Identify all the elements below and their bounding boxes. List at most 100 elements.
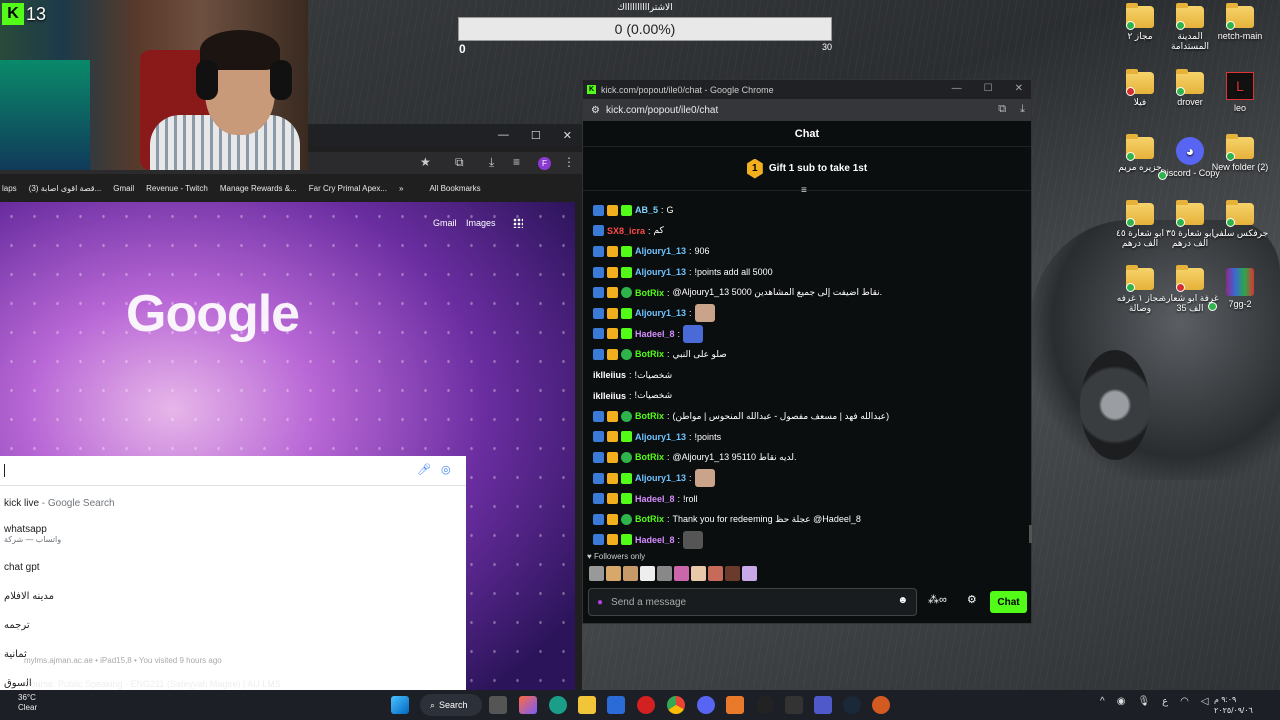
media-icon[interactable]: ≡ xyxy=(513,155,520,169)
weather-widget[interactable]: 36°C Clear xyxy=(18,693,37,713)
chat-username[interactable]: iklleiius xyxy=(593,370,626,380)
bookmark-star-icon[interactable]: ★ xyxy=(420,155,431,169)
chat-message[interactable]: Aljoury1_13: xyxy=(593,303,1023,324)
points-icon[interactable]: ⁂∞ xyxy=(928,593,947,606)
bookmark-item[interactable]: » xyxy=(399,184,403,193)
message-input[interactable]: ● Send a message ☻ xyxy=(588,588,917,616)
maximize-button[interactable]: ☐ xyxy=(531,129,541,142)
start-button-icon[interactable] xyxy=(391,696,409,714)
chat-username[interactable]: BotRix xyxy=(635,514,664,524)
chat-message[interactable]: Aljoury1_13:906 xyxy=(593,241,1023,262)
chevron-up-icon[interactable]: ^ xyxy=(1100,696,1105,707)
chatter-avatar[interactable] xyxy=(691,566,706,581)
apps-grid-icon[interactable] xyxy=(513,218,523,228)
suggestion-item[interactable]: chat gpt xyxy=(4,562,40,573)
bookmark-item[interactable]: (3) قصة اقوى اصابة... xyxy=(29,184,102,193)
chat-message[interactable]: BotRix: Thank you for redeeming عجلة حظ @… xyxy=(593,509,1023,530)
bookmark-item[interactable]: Gmail xyxy=(113,184,134,193)
volume-icon[interactable]: ◁ xyxy=(1201,696,1209,707)
chat-username[interactable]: Hadeel_8 xyxy=(635,535,675,545)
menu-icon[interactable]: ⋮ xyxy=(563,155,575,169)
emoji-icon[interactable]: ☻ xyxy=(897,595,908,606)
desktop-icon[interactable]: جرفكس سلفي xyxy=(1208,200,1272,238)
chatter-avatar[interactable] xyxy=(742,566,757,581)
chatter-avatar[interactable] xyxy=(623,566,638,581)
images-link[interactable]: Images xyxy=(466,218,496,228)
chatter-avatar[interactable] xyxy=(589,566,604,581)
bookmark-item[interactable]: Far Cry Primal Apex... xyxy=(309,184,387,193)
bookmark-item[interactable]: Revenue - Twitch xyxy=(146,184,208,193)
language-indicator[interactable]: ع xyxy=(1162,696,1168,707)
gift-sub-banner[interactable]: 1 Gift 1 sub to take 1st ≡ xyxy=(583,147,1031,196)
suggestion-item[interactable]: whatsapp واتساب — شركة xyxy=(4,524,61,544)
chat-username[interactable]: BotRix xyxy=(635,452,664,462)
chat-message[interactable]: SX8_icra: كم xyxy=(593,221,1023,242)
opera-icon[interactable] xyxy=(637,696,655,714)
discord-icon[interactable] xyxy=(697,696,715,714)
desktop-icon[interactable]: netch-main xyxy=(1208,3,1272,41)
send-chat-button[interactable]: Chat xyxy=(990,591,1027,613)
chat-message[interactable]: AB_5: G xyxy=(593,200,1023,221)
edge-icon[interactable] xyxy=(549,696,567,714)
desktop-icon[interactable]: New folder (2) xyxy=(1208,134,1272,172)
chat-message[interactable]: iklleiius: !شخصيات xyxy=(593,365,1023,386)
chat-username[interactable]: Aljoury1_13 xyxy=(635,267,686,277)
suggestion-item[interactable]: kick live - Google Search xyxy=(4,498,115,509)
chat-message[interactable]: BotRix: @Aljoury1_13 5000 نقاط اضيفت إلى … xyxy=(593,282,1023,303)
mic-tray-icon[interactable]: 🎙︎ xyxy=(1137,696,1150,707)
chrome-icon[interactable] xyxy=(667,696,685,714)
kick-url-bar[interactable]: ⚙ kick.com/popout/ile0/chat ⧉ ⤓ xyxy=(583,99,1031,121)
chatter-avatar[interactable] xyxy=(725,566,740,581)
chatter-avatar[interactable] xyxy=(657,566,672,581)
chat-message[interactable]: BotRix: صلو على النبي xyxy=(593,344,1023,365)
suggestion-item[interactable]: مدينه الافلام xyxy=(4,591,54,602)
obs-icon[interactable] xyxy=(756,696,774,714)
minimize-button[interactable]: — xyxy=(952,83,962,94)
chat-username[interactable]: iklleiius xyxy=(593,391,626,401)
bookmark-item[interactable]: Manage Rewards &... xyxy=(220,184,297,193)
file-explorer-icon[interactable] xyxy=(578,696,596,714)
chat-username[interactable]: Aljoury1_13 xyxy=(635,308,686,318)
site-info-icon[interactable]: ⚙ xyxy=(591,105,600,116)
close-button[interactable]: ✕ xyxy=(1015,83,1023,94)
minimize-button[interactable]: — xyxy=(498,129,509,141)
store-icon[interactable] xyxy=(607,696,625,714)
chat-username[interactable]: SX8_icra xyxy=(607,226,645,236)
task-view-icon[interactable] xyxy=(489,696,507,714)
bookmark-item[interactable]: laps xyxy=(2,184,17,193)
chat-message[interactable]: Aljoury1_13: !points add all 5000 xyxy=(593,262,1023,283)
chat-message[interactable]: iklleiius: !شخصيات xyxy=(593,385,1023,406)
chat-username[interactable]: Aljoury1_13 xyxy=(635,246,686,256)
chat-message[interactable]: Hadeel_8: xyxy=(593,530,1023,551)
chat-username[interactable]: BotRix xyxy=(635,288,664,298)
settings-gear-icon[interactable]: ⚙ xyxy=(967,593,977,606)
extensions-icon[interactable]: ⧉ xyxy=(455,155,464,170)
app-icon[interactable] xyxy=(726,696,744,714)
drag-handle-icon[interactable]: ≡ xyxy=(801,185,807,196)
chat-message[interactable]: BotRix: @Aljoury1_13 95110 لديه نقاط. xyxy=(593,447,1023,468)
desktop-icon[interactable]: Lleo xyxy=(1208,72,1272,113)
chat-username[interactable]: BotRix xyxy=(635,349,664,359)
chat-username[interactable]: Aljoury1_13 xyxy=(635,473,686,483)
chat-message[interactable]: Aljoury1_13: !points xyxy=(593,427,1023,448)
network-icon[interactable]: ◉ xyxy=(1117,696,1126,707)
suggestion-item[interactable]: ترجمه xyxy=(4,620,30,631)
chat-username[interactable]: Hadeel_8 xyxy=(635,494,675,504)
chatter-avatar[interactable] xyxy=(640,566,655,581)
chatter-avatar[interactable] xyxy=(606,566,621,581)
epic-games-icon[interactable] xyxy=(785,696,803,714)
download-icon[interactable]: ⤓ xyxy=(489,155,494,170)
wifi-icon[interactable]: ◠ xyxy=(1180,696,1189,707)
game-app-icon[interactable] xyxy=(872,696,890,714)
mic-icon[interactable]: ● xyxy=(597,597,603,608)
chat-message[interactable]: Hadeel_8: !roll xyxy=(593,488,1023,509)
desktop-icon[interactable]: 7gg-2 xyxy=(1208,268,1272,311)
chatter-avatar[interactable] xyxy=(708,566,723,581)
chat-message[interactable]: Aljoury1_13: xyxy=(593,468,1023,489)
bookmark-item[interactable]: All Bookmarks xyxy=(429,184,480,193)
chatter-avatar[interactable] xyxy=(674,566,689,581)
teams-icon[interactable] xyxy=(814,696,832,714)
chat-username[interactable]: Aljoury1_13 xyxy=(635,432,686,442)
translate-icon[interactable]: ⧉ xyxy=(998,103,1006,116)
chat-username[interactable]: BotRix xyxy=(635,411,664,421)
